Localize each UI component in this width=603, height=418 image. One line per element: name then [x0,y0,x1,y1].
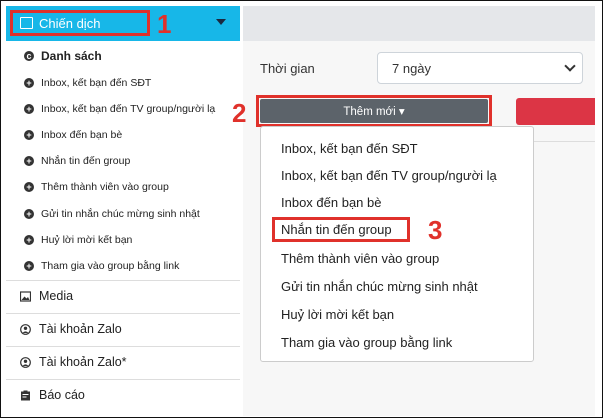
time-filter-select[interactable]: 7 ngày [377,52,583,84]
plus-dot-icon: + [24,182,34,192]
dropdown-item-inbox-phone[interactable]: Inbox, kết bạn đến SĐT [281,141,418,156]
dropdown-item-cancel-invite[interactable]: Huỷ lời mời kết bạn [281,307,394,322]
annotation-number-3: 3 [428,215,443,245]
sidebar-item-label: Media [39,289,74,303]
top-bar [243,6,595,41]
add-new-dropdown-menu [260,126,534,362]
dropdown-item-inbox-stranger[interactable]: Inbox, kết bạn đến TV group/người lạ [281,168,497,183]
submenu-item-label: Inbox, kết bạn đến TV group/người lạ [41,103,216,115]
dropdown-item-add-member[interactable]: Thêm thành viên vào group [281,251,439,266]
sidebar-item-zalo-account[interactable]: Tài khoản Zalo [6,313,240,344]
user-circle-icon [20,357,31,368]
sidebar-item-report[interactable]: Báo cáo [6,379,240,417]
dropdown-item-join-link[interactable]: Tham gia vào group bằng link [281,335,452,350]
submenu-item-label: Thêm thành viên vào group [41,181,169,193]
sidebar-item-label: Tài khoản Zalo [39,322,122,336]
caret-down-icon [216,19,226,25]
delete-button[interactable] [516,98,595,125]
time-filter-label: Thời gian [260,61,315,76]
user-circle-icon [20,324,31,335]
annotation-number-1: 1 [157,9,172,39]
sidebar-item-zalo-account-2[interactable]: Tài khoản Zalo* [6,346,240,377]
plus-dot-icon: + [24,78,34,88]
sidebar-item-media[interactable]: Media [6,280,240,311]
submenu-item-label: Inbox, kết bạn đến SĐT [41,77,152,89]
submenu-item-label: Tham gia vào group bằng link [41,260,180,272]
submenu-item-label: Nhắn tin đến group [41,155,131,167]
plus-dot-icon: + [24,235,34,245]
plus-dot-icon: + [24,104,34,114]
add-new-button[interactable]: Thêm mới ▾ [260,99,488,123]
submenu-item-label: Huỷ lời mời kết bạn [41,234,133,246]
plus-dot-icon: + [24,261,34,271]
time-filter-value: 7 ngày [392,61,432,76]
sidebar-item-label: Tài khoản Zalo* [39,355,127,369]
campaign-label: Chiến dịch [39,16,101,31]
add-new-label: Thêm mới ▾ [343,106,405,118]
dropdown-item-birthday[interactable]: Gửi tin nhắn chúc mừng sinh nhật [281,279,478,294]
sidebar-item-campaign[interactable]: Chiến dịch [6,6,240,41]
chevron-down-icon [564,60,576,72]
plus-dot-icon: + [24,209,34,219]
image-icon [20,291,31,302]
dropdown-item-inbox-friends[interactable]: Inbox đến bạn bè [281,195,381,210]
annotation-number-2: 2 [232,98,247,128]
report-icon [21,390,30,401]
chart-icon [20,17,33,29]
plus-dot-icon: + [24,156,34,166]
submenu-item-label: Inbox đến bạn bè [41,129,123,141]
list-dot-icon: c [24,51,34,61]
plus-dot-icon: + [24,130,34,140]
highlight-box-3 [272,217,410,242]
sidebar-item-label: Báo cáo [39,388,85,402]
submenu-item-label: Danh sách [41,49,102,63]
submenu-item-label: Gửi tin nhắn chúc mừng sinh nhật [41,208,200,220]
